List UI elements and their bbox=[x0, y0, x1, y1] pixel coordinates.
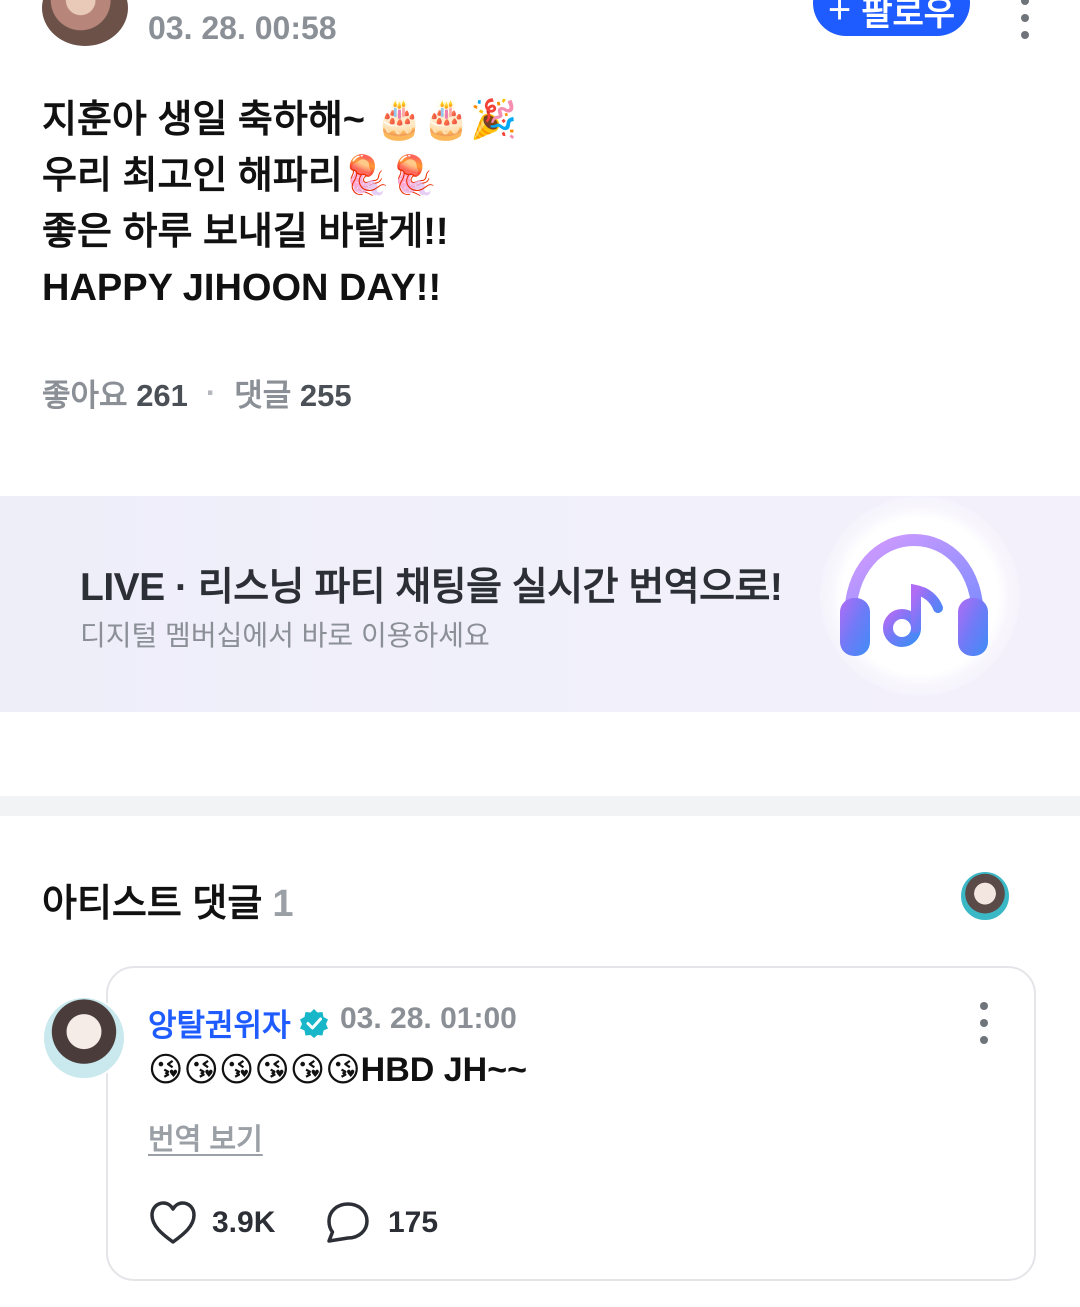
post-body-line: 좋은 하루 보내길 바랄게!! bbox=[42, 211, 449, 253]
post-body-line: HAPPY JIHOON DAY!! bbox=[42, 267, 442, 309]
promo-banner[interactable]: LIVE · 리스닝 파티 채팅을 실시간 번역으로! 디지털 멤버십에서 바로… bbox=[0, 496, 1080, 712]
comment-more-options-icon[interactable] bbox=[974, 1002, 994, 1044]
post-body: 지훈아 생일 축하해~ 🎂🎂🎉 우리 최고인 해파리🪼🪼 좋은 하루 보내길 바… bbox=[42, 92, 942, 316]
comments-stat[interactable]: 댓글 255 bbox=[234, 370, 351, 415]
stats-separator: · bbox=[205, 374, 217, 410]
section-divider bbox=[0, 796, 1080, 816]
banner-title: LIVE · 리스닝 파티 채팅을 실시간 번역으로! bbox=[80, 566, 783, 609]
post-body-line: 지훈아 생일 축하해~ 🎂🎂🎉 bbox=[42, 99, 518, 141]
like-count: 3.9K bbox=[212, 1206, 276, 1239]
comments-count: 255 bbox=[299, 378, 352, 413]
likes-stat[interactable]: 좋아요 261 bbox=[42, 370, 188, 415]
likes-count: 261 bbox=[136, 378, 188, 413]
comment-timestamp: 03. 28. 01:00 bbox=[340, 1002, 517, 1035]
post-stats: 좋아요 261 · 댓글 255 bbox=[42, 370, 352, 415]
follow-button-label: 팔로우 bbox=[861, 0, 956, 33]
post-timestamp: 03. 28. 00:58 bbox=[148, 10, 337, 46]
speech-bubble-icon bbox=[327, 1202, 369, 1243]
verified-badge-icon bbox=[299, 1008, 328, 1038]
comment-author-avatar[interactable] bbox=[42, 996, 126, 1080]
plus-icon: + bbox=[827, 0, 852, 32]
artist-avatar[interactable] bbox=[959, 870, 1011, 922]
comment-like-button[interactable]: 3.9K bbox=[148, 1200, 275, 1246]
likes-label: 좋아요 bbox=[42, 378, 128, 413]
reply-count: 175 bbox=[388, 1206, 439, 1239]
follow-button[interactable]: + 팔로우 bbox=[813, 0, 970, 36]
banner-subtitle: 디지털 멤버십에서 바로 이용하세요 bbox=[80, 620, 490, 651]
post-body-line: 우리 최고인 해파리🪼🪼 bbox=[42, 155, 438, 197]
comment-author-name: 앙탈권위자 bbox=[148, 1008, 291, 1043]
artist-comments-count: 1 bbox=[272, 883, 294, 925]
comment-text: 😘😘😘😘😘😘HBD JH~~ bbox=[148, 1051, 527, 1089]
comment-reply-button[interactable]: 175 bbox=[324, 1200, 438, 1246]
headphones-music-icon bbox=[840, 533, 988, 656]
post-more-options-icon[interactable] bbox=[1015, 0, 1035, 39]
translate-link[interactable]: 번역 보기 bbox=[148, 1116, 263, 1158]
artist-comments-title: 아티스트 댓글 bbox=[42, 883, 263, 925]
comments-label: 댓글 bbox=[234, 378, 292, 413]
comment-author[interactable]: 앙탈권위자 bbox=[148, 1000, 329, 1045]
post-author-avatar[interactable] bbox=[42, 0, 128, 46]
heart-icon bbox=[150, 1201, 196, 1244]
artist-comments-heading: 아티스트 댓글 1 bbox=[42, 872, 293, 927]
